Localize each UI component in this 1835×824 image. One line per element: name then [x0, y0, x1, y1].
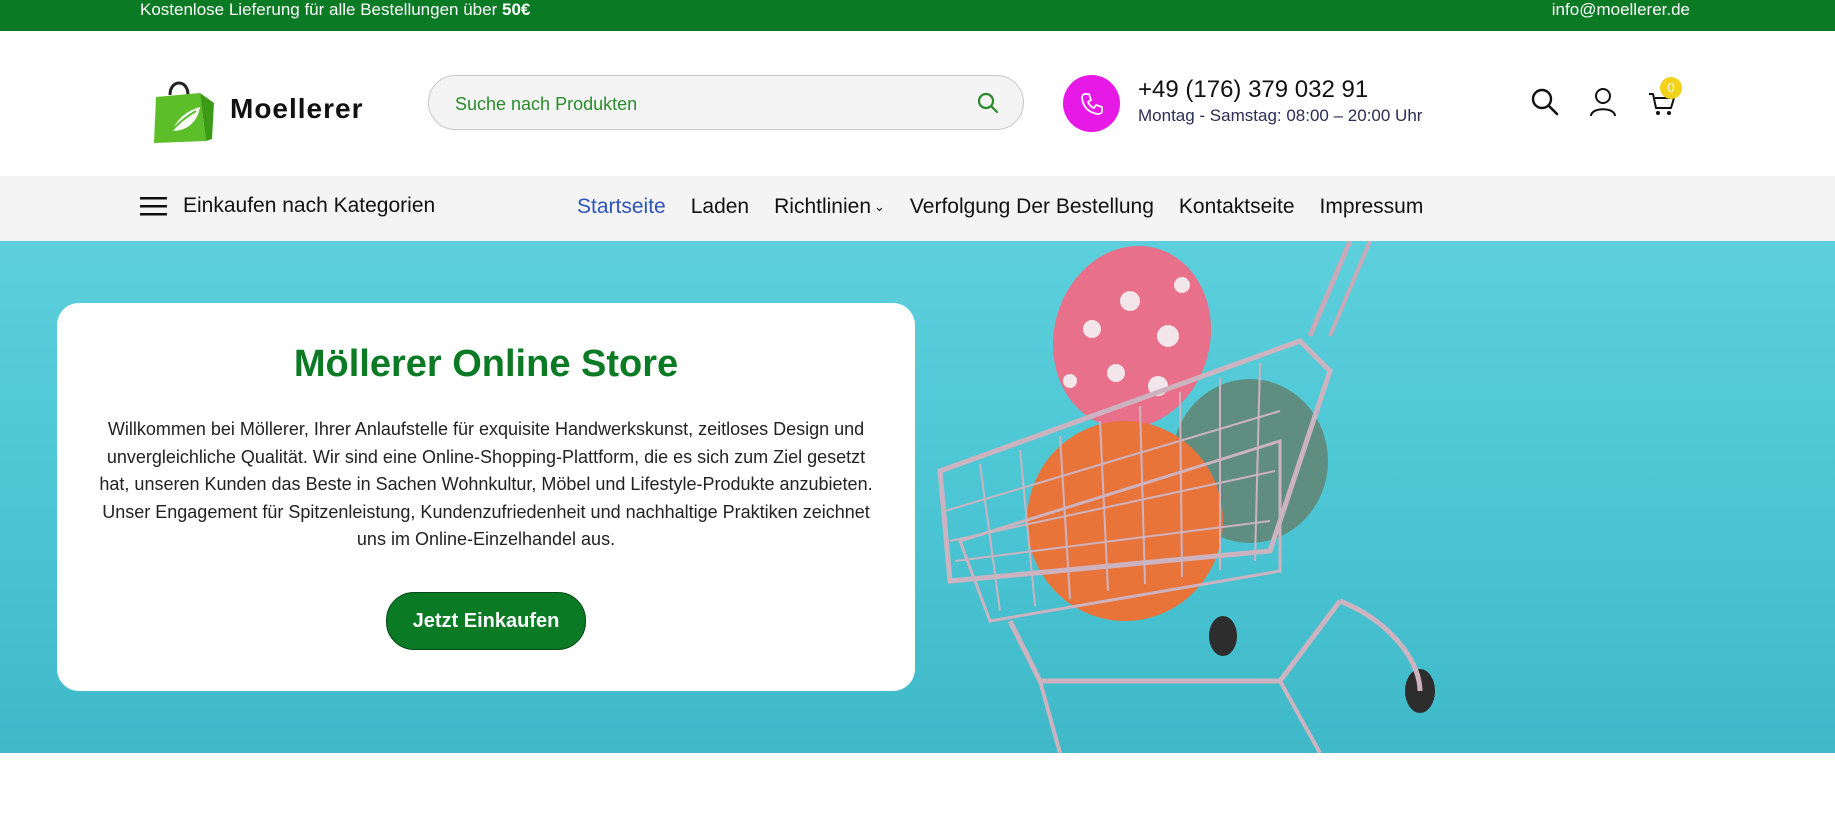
nav-item-impressum[interactable]: Impressum [1320, 195, 1424, 219]
nav-item-order-tracking[interactable]: Verfolgung Der Bestellung [910, 195, 1154, 219]
user-icon[interactable] [1588, 86, 1618, 118]
top-announcement-bar: Kostenlose Lieferung für alle Bestellung… [0, 0, 1835, 31]
product-search-box[interactable] [428, 75, 1024, 130]
contact-email-link[interactable]: info@moellerer.de [1552, 0, 1690, 20]
nav-item-kontaktseite[interactable]: Kontaktseite [1179, 195, 1295, 219]
hero-banner: Möllerer Online Store Willkommen bei Möl… [0, 241, 1835, 753]
hero-card: Möllerer Online Store Willkommen bei Möl… [57, 303, 915, 691]
search-icon[interactable] [1530, 86, 1560, 118]
shop-now-button[interactable]: Jetzt Einkaufen [385, 591, 587, 650]
nav-item-startseite[interactable]: Startseite [577, 195, 666, 219]
hero-description: Willkommen bei Möllerer, Ihrer Anlaufste… [99, 419, 873, 549]
main-navigation: Einkaufen nach Kategorien Startseite Lad… [0, 176, 1835, 241]
search-icon[interactable] [977, 92, 999, 114]
brand-name: Moellerer [230, 93, 364, 124]
search-input[interactable] [453, 88, 957, 120]
nav-item-richtlinien-label: Richtlinien [774, 195, 872, 218]
site-logo[interactable]: Moellerer [150, 73, 365, 145]
cart-count-badge: 0 [1660, 77, 1682, 99]
phone-button[interactable] [1063, 75, 1120, 132]
chevron-down-icon: ⌄ [874, 199, 885, 214]
promo-amount: 50€ [501, 0, 531, 19]
nav-item-laden[interactable]: Laden [691, 195, 749, 219]
phone-icon [1080, 92, 1103, 115]
opening-hours: Montag - Samstag: 08:00 – 20:00 Uhr [1138, 106, 1423, 125]
free-shipping-notice: Kostenlose Lieferung für alle Bestellung… [140, 0, 530, 20]
nav-item-richtlinien[interactable]: Richtlinien ⌄ [774, 195, 885, 219]
phone-number[interactable]: +49 (176) 379 032 91 [1138, 76, 1368, 104]
promo-text: Kostenlose Lieferung für alle Bestellung… [140, 0, 498, 19]
hamburger-icon [140, 197, 167, 216]
categories-label: Einkaufen nach Kategorien [183, 194, 436, 217]
shopping-bag-leaf-icon [154, 81, 214, 143]
categories-menu-button[interactable]: Einkaufen nach Kategorien [140, 194, 435, 218]
shopping-cart-with-eggs-image [937, 241, 1435, 753]
hero-title: Möllerer Online Store [293, 343, 679, 385]
nav-menu: Startseite Laden Richtlinien ⌄ Verfolgun… [577, 195, 1448, 219]
